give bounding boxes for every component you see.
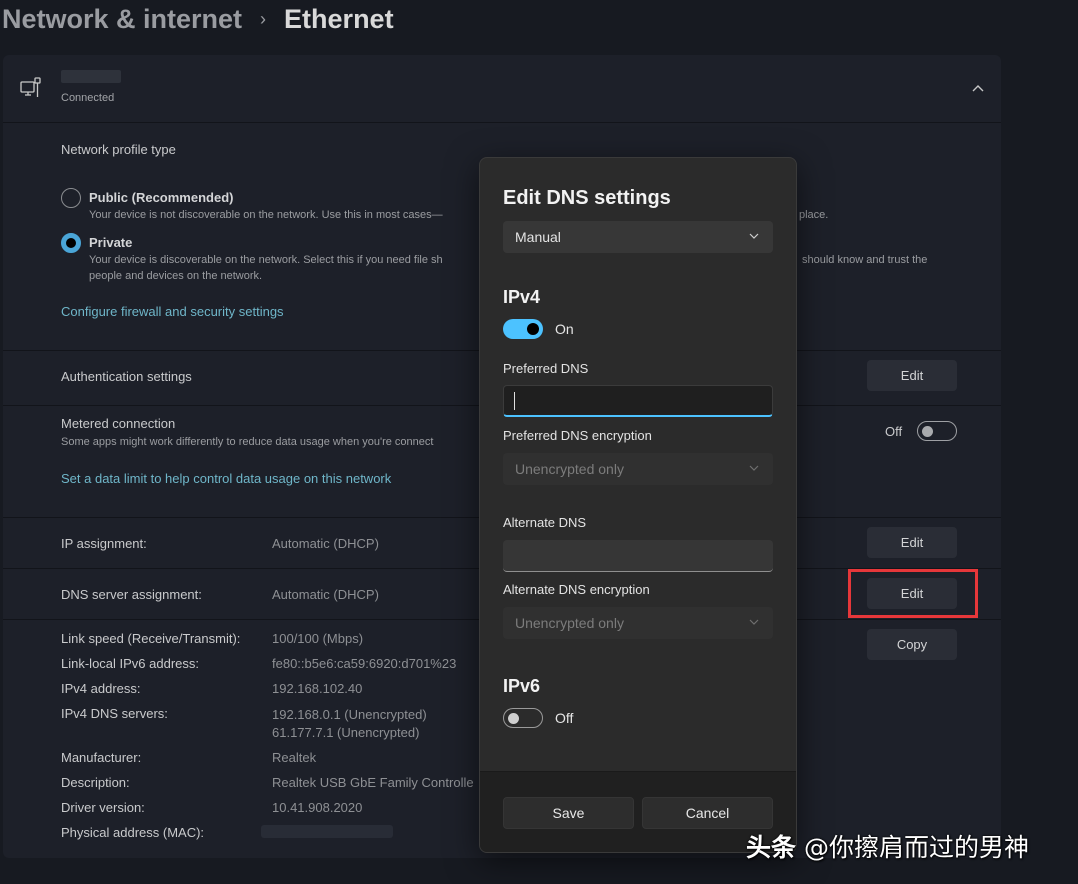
alternate-dns-encryption-select[interactable]: Unencrypted only bbox=[503, 607, 773, 639]
authentication-edit-button[interactable]: Edit bbox=[867, 360, 957, 391]
alternate-dns-encryption-label: Alternate DNS encryption bbox=[503, 582, 650, 597]
preferred-dns-encryption-label: Preferred DNS encryption bbox=[503, 428, 652, 443]
chevron-down-icon bbox=[749, 465, 759, 471]
prop-value-ipv6: fe80::b5e6:ca59:6920:d701%23 bbox=[272, 656, 457, 671]
chevron-down-icon bbox=[749, 233, 759, 239]
highlight-annotation-box bbox=[848, 569, 978, 618]
prop-value-ipv4: 192.168.102.40 bbox=[272, 681, 363, 696]
dns-mode-value: Manual bbox=[515, 229, 561, 245]
metered-connection-toggle[interactable] bbox=[917, 421, 957, 441]
private-description: Your device is discoverable on the netwo… bbox=[89, 254, 443, 266]
radio-public-label[interactable]: Public (Recommended) bbox=[89, 190, 233, 205]
prop-value-link-speed: 100/100 (Mbps) bbox=[272, 631, 364, 646]
prop-label-description: Description: bbox=[61, 775, 130, 790]
divider bbox=[3, 122, 1001, 123]
chevron-up-icon[interactable] bbox=[971, 83, 985, 93]
metered-connection-description: Some apps might work differently to redu… bbox=[61, 436, 434, 448]
preferred-dns-encryption-select[interactable]: Unencrypted only bbox=[503, 453, 773, 485]
ipv6-heading: IPv6 bbox=[503, 676, 541, 696]
set-data-limit-link[interactable]: Set a data limit to help control data us… bbox=[61, 471, 391, 486]
ip-assignment-edit-button[interactable]: Edit bbox=[867, 527, 957, 558]
alternate-dns-input[interactable] bbox=[503, 540, 773, 572]
connection-status: Connected bbox=[61, 92, 115, 104]
alternate-dns-label: Alternate DNS bbox=[503, 515, 587, 530]
public-description-tail: place. bbox=[799, 209, 829, 221]
prop-label-manufacturer: Manufacturer: bbox=[61, 750, 142, 765]
ip-assignment-label: IP assignment: bbox=[61, 536, 147, 551]
preferred-dns-encryption-value: Unencrypted only bbox=[515, 461, 624, 477]
dialog-title: Edit DNS settings bbox=[503, 187, 671, 209]
configure-firewall-link[interactable]: Configure firewall and security settings bbox=[61, 304, 284, 319]
preferred-dns-label: Preferred DNS bbox=[503, 361, 589, 376]
ipv4-toggle[interactable] bbox=[503, 319, 543, 339]
private-description-line2: people and devices on the network. bbox=[89, 270, 263, 282]
dns-assignment-value: Automatic (DHCP) bbox=[272, 587, 379, 602]
toggle-knob bbox=[508, 713, 519, 724]
private-description-tail: should know and trust the bbox=[802, 254, 928, 266]
breadcrumb-parent-network[interactable]: Network & internet bbox=[2, 4, 242, 35]
prop-value-mac-redacted bbox=[261, 825, 393, 838]
prop-label-ipv4: IPv4 address: bbox=[61, 681, 141, 696]
ip-assignment-value: Automatic (DHCP) bbox=[272, 536, 379, 551]
prop-value-ipv4-dns-2: 61.177.7.1 (Unencrypted) bbox=[272, 725, 420, 740]
toggle-knob bbox=[922, 426, 933, 437]
save-button[interactable]: Save bbox=[503, 797, 634, 829]
dns-mode-select[interactable]: Manual bbox=[503, 221, 773, 253]
prop-label-ipv6: Link-local IPv6 address: bbox=[61, 656, 200, 671]
ipv4-toggle-label: On bbox=[555, 321, 574, 337]
prop-label-link-speed: Link speed (Receive/Transmit): bbox=[61, 631, 241, 646]
metered-connection-label: Metered connection bbox=[61, 416, 176, 431]
prop-label-driver: Driver version: bbox=[61, 800, 145, 815]
prop-label-ipv4-dns: IPv4 DNS servers: bbox=[61, 706, 168, 721]
watermark-brand: 头条 bbox=[746, 833, 797, 862]
prop-value-driver: 10.41.908.2020 bbox=[272, 800, 363, 815]
ethernet-monitor-icon bbox=[20, 77, 41, 97]
radio-private-label[interactable]: Private bbox=[89, 235, 132, 250]
ipv6-toggle[interactable] bbox=[503, 708, 543, 728]
public-description: Your device is not discoverable on the n… bbox=[89, 209, 443, 221]
network-name-redacted bbox=[61, 70, 121, 83]
metered-toggle-label: Off bbox=[885, 424, 903, 439]
radio-private[interactable] bbox=[61, 233, 81, 253]
cancel-button[interactable]: Cancel bbox=[642, 797, 773, 829]
prop-value-description: Realtek USB GbE Family Controlle bbox=[272, 775, 474, 790]
connection-header[interactable]: Connected bbox=[3, 55, 1001, 122]
dns-assignment-label: DNS server assignment: bbox=[61, 587, 202, 602]
alternate-dns-encryption-value: Unencrypted only bbox=[515, 615, 624, 631]
breadcrumb: Network & internet › Ethernet bbox=[2, 2, 394, 36]
watermark-handle: @你擦肩而过的男神 bbox=[803, 833, 1029, 862]
ipv4-heading: IPv4 bbox=[503, 287, 541, 307]
breadcrumb-separator-icon: › bbox=[260, 8, 267, 29]
text-caret bbox=[514, 392, 515, 410]
copy-properties-button[interactable]: Copy bbox=[867, 629, 957, 660]
prop-value-manufacturer: Realtek bbox=[272, 750, 317, 765]
ipv6-toggle-label: Off bbox=[555, 710, 574, 726]
authentication-settings-label: Authentication settings bbox=[61, 369, 192, 384]
page-title: Ethernet bbox=[284, 3, 394, 34]
prop-value-ipv4-dns-1: 192.168.0.1 (Unencrypted) bbox=[272, 707, 427, 722]
edit-dns-dialog: Edit DNS settings Manual IPv4 On Preferr… bbox=[479, 157, 797, 853]
preferred-dns-input[interactable] bbox=[503, 385, 773, 417]
chevron-down-icon bbox=[749, 619, 759, 625]
radio-public[interactable] bbox=[61, 188, 81, 208]
watermark: 头条 @你擦肩而过的男神 bbox=[746, 828, 1029, 864]
toggle-knob bbox=[527, 323, 539, 335]
prop-label-mac: Physical address (MAC): bbox=[61, 825, 205, 840]
network-profile-heading: Network profile type bbox=[61, 142, 176, 157]
